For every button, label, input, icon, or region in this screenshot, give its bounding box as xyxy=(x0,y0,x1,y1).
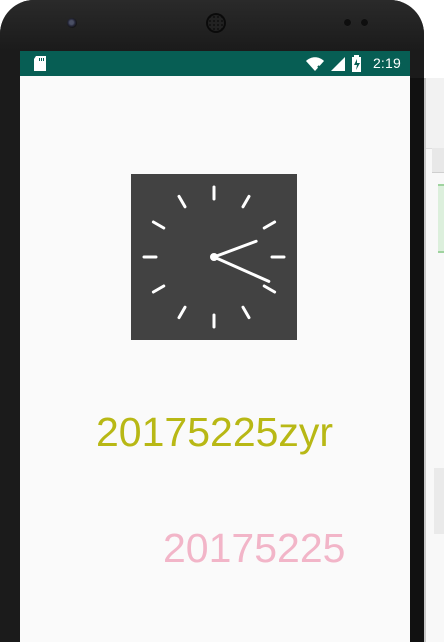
clock-tick xyxy=(241,194,251,209)
battery-icon xyxy=(351,55,361,72)
background-window-toolbar xyxy=(432,148,444,173)
analog-clock-widget xyxy=(131,174,297,340)
clock-tick xyxy=(151,284,166,294)
signal-icon xyxy=(330,56,345,71)
background-window-header xyxy=(426,78,444,149)
secondary-text-label: 20175225 xyxy=(163,525,346,571)
background-window-accent xyxy=(438,184,444,253)
primary-text-label: 20175225zyr xyxy=(96,409,334,455)
android-phone-frame: 2:19 20175225zyr 20175225 xyxy=(0,0,424,642)
sensor-dot xyxy=(361,19,368,26)
clock-tick xyxy=(177,194,187,209)
clock-tick xyxy=(262,220,277,230)
analog-clock-face xyxy=(142,185,286,329)
front-camera xyxy=(67,18,77,28)
background-window-edge xyxy=(424,78,444,642)
status-bar: 2:19 xyxy=(20,51,410,76)
clock-tick xyxy=(177,305,187,320)
clock-hands xyxy=(210,239,271,283)
clock-hour-hand xyxy=(212,239,258,259)
phone-right-bezel xyxy=(410,78,424,642)
clock-minute-hand xyxy=(212,255,271,283)
proximity-sensors xyxy=(344,19,370,27)
earpiece-speaker xyxy=(206,13,226,33)
clock-tick xyxy=(241,305,251,320)
status-icons: 2:19 xyxy=(305,54,401,73)
app-screen: 2:19 20175225zyr 20175225 xyxy=(20,51,410,642)
wifi-icon xyxy=(305,56,324,72)
sd-card-icon xyxy=(34,56,46,71)
background-window-panel xyxy=(434,468,444,534)
clock-center-cap xyxy=(210,253,218,261)
status-time: 2:19 xyxy=(372,55,401,71)
clock-tick xyxy=(262,284,277,294)
sensor-dot xyxy=(344,19,351,26)
clock-tick xyxy=(151,220,166,230)
